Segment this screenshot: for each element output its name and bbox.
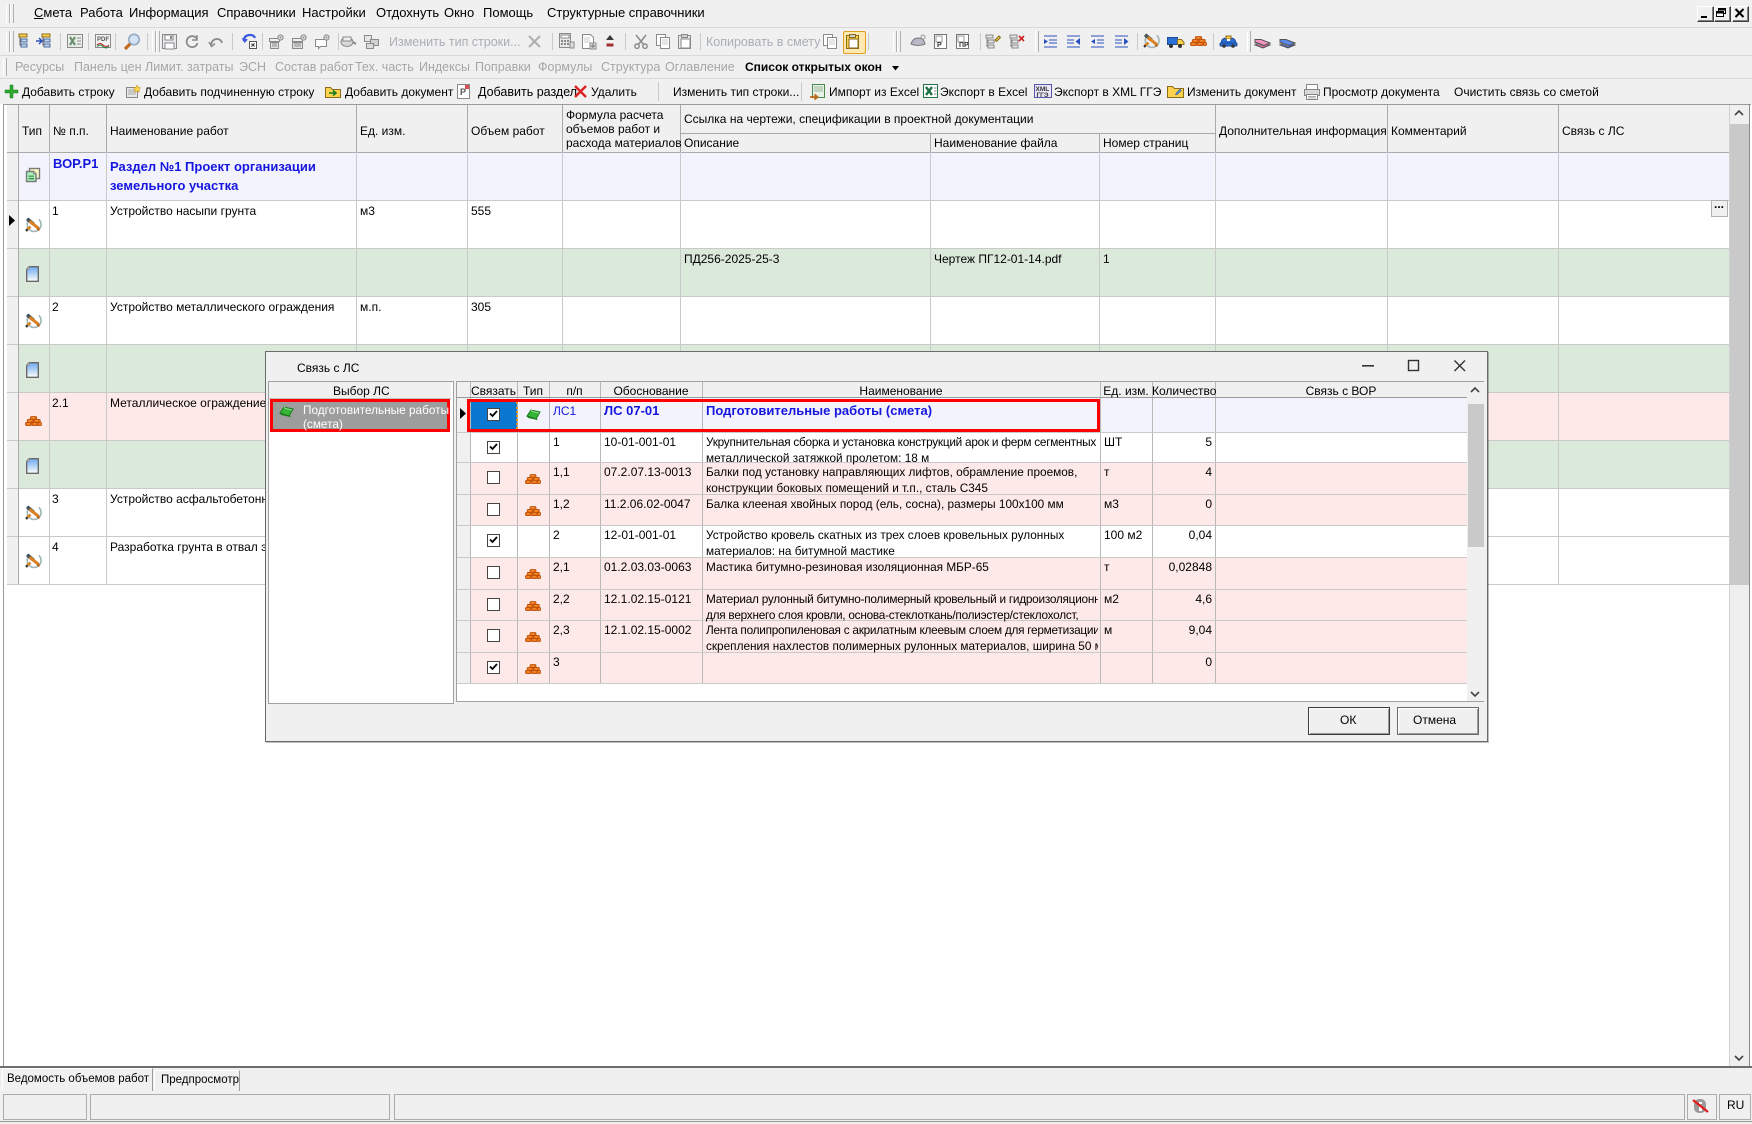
svg-text:ПР: ПР xyxy=(959,42,969,49)
svg-text:ГГЭ: ГГЭ xyxy=(1037,92,1049,99)
svg-text:P: P xyxy=(937,42,942,49)
svg-text:PDF: PDF xyxy=(97,37,109,43)
